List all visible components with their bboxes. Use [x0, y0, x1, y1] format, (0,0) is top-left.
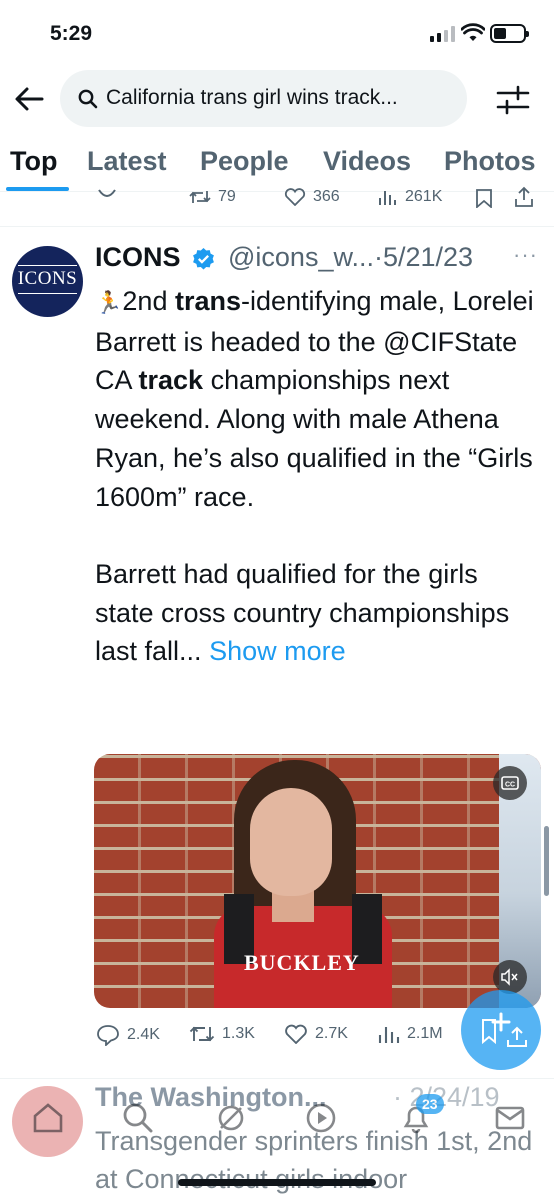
- tweet-card[interactable]: ICONS ICONS @icons_w...·5/21/23 ··· 🏃2nd…: [0, 228, 554, 1078]
- bottom-navigation: 23: [0, 1090, 554, 1150]
- wifi-icon: [461, 23, 485, 41]
- notifications-badge: 23: [416, 1094, 444, 1114]
- like-count: 366: [313, 188, 340, 205]
- status-bar: 5:29: [0, 0, 554, 64]
- retweet-icon: [189, 1026, 215, 1042]
- author-handle: @icons_w...·5/21/23: [228, 242, 474, 272]
- spaces-icon[interactable]: [213, 1100, 249, 1136]
- back-arrow-icon[interactable]: [12, 82, 46, 116]
- filter-sliders-icon[interactable]: [496, 85, 530, 115]
- reply-count: 2.4K: [127, 1026, 160, 1043]
- mute-button[interactable]: [493, 960, 527, 994]
- previous-tweet-actions: 79 366 261K: [0, 186, 554, 226]
- retweet-icon: [189, 191, 211, 203]
- video-play-icon[interactable]: [303, 1100, 339, 1136]
- retweet-button[interactable]: 1.3K: [189, 1024, 255, 1044]
- like-button[interactable]: 366: [284, 188, 340, 206]
- views-button[interactable]: 261K: [378, 188, 442, 206]
- views-chart-icon: [378, 1027, 400, 1043]
- compose-plus-icon: [482, 1012, 527, 1047]
- author-name[interactable]: ICONS: [95, 242, 181, 273]
- heart-icon: [285, 1024, 307, 1044]
- retweet-count: 1.3K: [222, 1025, 255, 1042]
- reply-button[interactable]: 2.4K: [96, 1024, 160, 1046]
- retweet-button[interactable]: 79: [189, 188, 236, 206]
- search-header: California trans girl wins track...: [0, 70, 554, 128]
- status-time: 5:29: [50, 22, 93, 45]
- captions-button[interactable]: CC: [493, 766, 527, 800]
- tab-latest[interactable]: Latest: [87, 146, 167, 177]
- muted-speaker-icon: [501, 968, 518, 986]
- tab-people[interactable]: People: [200, 146, 289, 177]
- tweet-divider: [0, 226, 554, 227]
- jersey-text: BUCKLEY: [244, 950, 360, 975]
- view-count: 261K: [405, 188, 443, 205]
- tab-top[interactable]: Top: [10, 146, 57, 177]
- tweet-divider: [0, 1078, 554, 1079]
- search-icon: [78, 89, 98, 109]
- bookmark-icon[interactable]: [475, 188, 493, 208]
- tweet-header: ICONS @icons_w...·5/21/23 ···: [95, 242, 545, 276]
- tab-photos[interactable]: Photos: [444, 146, 536, 177]
- heart-icon: [284, 188, 306, 206]
- views-chart-icon: [379, 191, 396, 205]
- tweet-text: 🏃2nd trans-identifying male, Lorelei Bar…: [95, 282, 535, 671]
- like-button[interactable]: 2.7K: [284, 1024, 348, 1044]
- share-icon[interactable]: [514, 186, 534, 208]
- search-input[interactable]: California trans girl wins track...: [60, 70, 467, 127]
- more-options-icon[interactable]: ···: [513, 242, 538, 268]
- views-button[interactable]: 2.1M: [378, 1024, 443, 1044]
- tweet-paragraph-1: 🏃2nd trans-identifying male, Lorelei Bar…: [95, 286, 534, 512]
- tweet-video[interactable]: BUCKLEY CC: [94, 754, 541, 1008]
- tab-videos[interactable]: Videos: [323, 146, 411, 177]
- show-more-link[interactable]: Show more: [209, 636, 346, 666]
- view-count: 2.1M: [407, 1025, 443, 1042]
- svg-text:CC: CC: [505, 782, 515, 789]
- avatar[interactable]: ICONS: [12, 246, 83, 317]
- home-icon[interactable]: [30, 1100, 66, 1136]
- reply-icon[interactable]: [96, 188, 118, 204]
- captions-icon: CC: [501, 776, 519, 790]
- tweet-paragraph-2: Barrett had qualified for the girls stat…: [95, 558, 510, 667]
- battery-icon: [490, 24, 529, 43]
- retweet-count: 79: [218, 188, 236, 205]
- cellular-signal-icon: [430, 26, 456, 42]
- search-query: California trans girl wins track...: [106, 86, 398, 109]
- compose-button[interactable]: [461, 990, 541, 1070]
- like-count: 2.7K: [315, 1025, 348, 1042]
- reply-icon: [97, 1025, 119, 1046]
- messages-envelope-icon[interactable]: [492, 1100, 528, 1136]
- verified-badge-icon: [193, 248, 214, 270]
- scrollbar[interactable]: [544, 826, 549, 896]
- search-icon[interactable]: [120, 1100, 156, 1136]
- search-tabs: Top Latest People Videos Photos: [0, 140, 554, 192]
- home-indicator[interactable]: [178, 1179, 376, 1186]
